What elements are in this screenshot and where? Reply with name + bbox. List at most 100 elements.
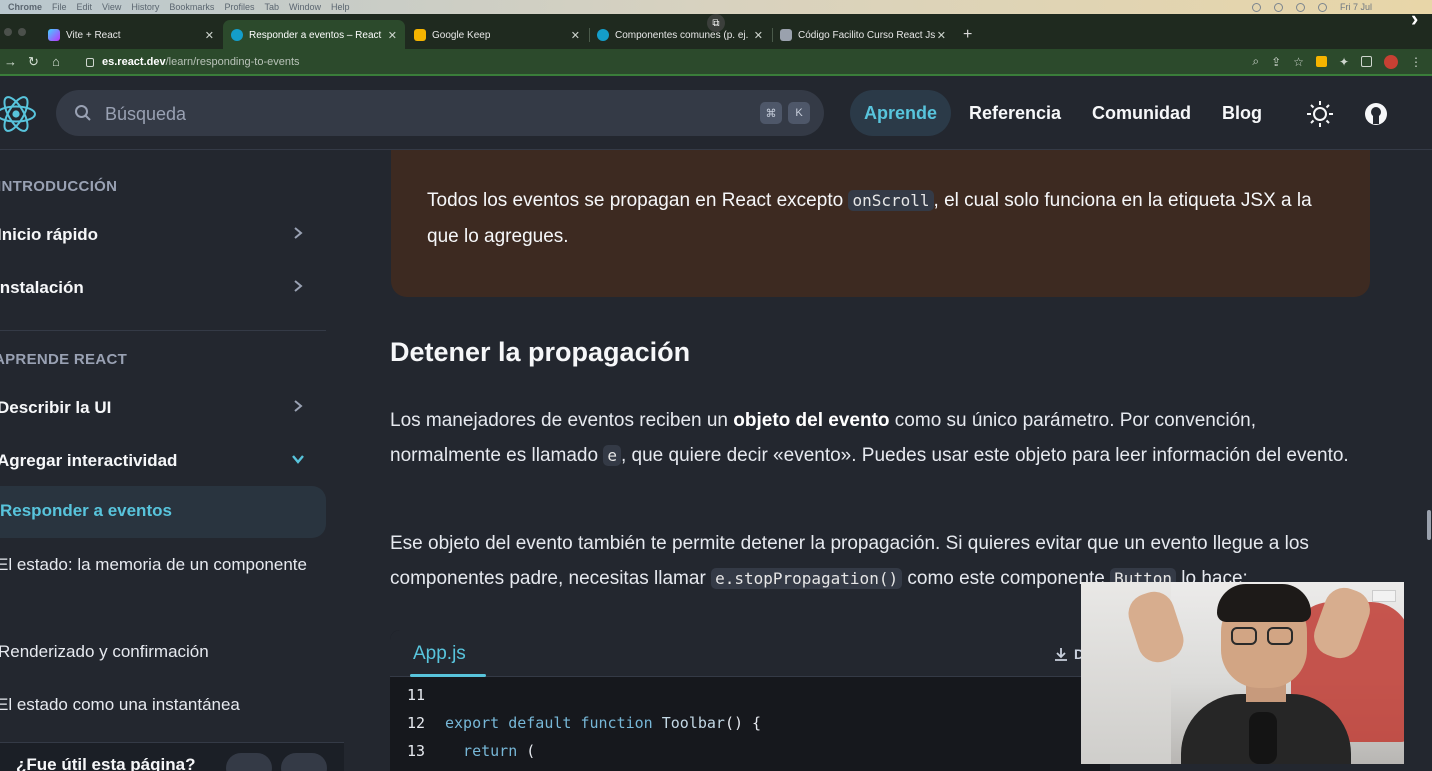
chevron-right-icon <box>294 227 303 239</box>
chevron-down-icon <box>292 455 304 464</box>
inline-code: onScroll <box>848 190 934 211</box>
zoom-icon[interactable]: ⌕ <box>1252 54 1259 69</box>
sidebar-item-estado-memoria[interactable]: El estado: la memoria de un componente <box>0 547 323 582</box>
text: , que quiere decir «evento». Puedes usar… <box>620 445 1349 466</box>
tab-title: Código Facilito Curso React Js <box>798 29 936 41</box>
new-tab-button[interactable]: + <box>963 26 972 44</box>
home-icon[interactable]: ⌂ <box>52 54 60 69</box>
extension-icon[interactable] <box>1315 56 1327 67</box>
sidebar-item-describe-ui[interactable]: Describir la UI <box>0 398 323 418</box>
reload-icon[interactable]: ↻ <box>28 54 39 70</box>
toolbar-icons: ⌕ ⇪ ☆ ✦ ⋮ <box>1252 54 1422 69</box>
chevron-right-icon[interactable]: › <box>1411 6 1418 32</box>
kbd-k: K <box>788 102 810 124</box>
function-name: Toolbar <box>661 714 725 732</box>
sidebar-item-renderizado[interactable]: Renderizado y confirmación <box>0 634 324 669</box>
glasses-left <box>1231 627 1257 645</box>
search-icon[interactable] <box>1317 2 1327 12</box>
sidebar-item-estado-instantanea[interactable]: El estado como una instantánea <box>0 687 323 722</box>
page-scrollbar[interactable] <box>1427 510 1431 540</box>
pitfall-note: Todos los eventos se propagan en React e… <box>391 150 1370 297</box>
tab-vite-react[interactable]: Vite + React ✕ <box>40 20 222 50</box>
code-text: export default function Toolbar() { <box>445 714 761 732</box>
forward-icon[interactable]: → <box>4 54 17 69</box>
tab-componentes-comunes[interactable]: Componentes comunes (p. ej. ✕ <box>589 20 771 50</box>
close-icon[interactable]: ✕ <box>205 29 214 42</box>
sidebar-item-label: Agregar interactividad <box>0 451 178 470</box>
menu-history[interactable]: History <box>131 2 159 12</box>
sidebar-item-installation[interactable]: Instalación <box>0 278 321 298</box>
status-icon[interactable] <box>1251 2 1261 12</box>
sidebar-nav: INTRODUCCIÓN Inicio rápido Instalación A… <box>0 150 344 771</box>
window-control[interactable] <box>4 28 12 36</box>
download-icon[interactable] <box>1053 646 1069 662</box>
github-icon[interactable] <box>1362 100 1390 128</box>
feedback-bar: ¿Fue útil esta página? <box>0 742 344 771</box>
sidebar-item-add-interactivity[interactable]: Agregar interactividad <box>0 451 323 471</box>
wall-tag <box>1372 590 1396 602</box>
file-tab[interactable]: App.js <box>413 643 466 665</box>
line-number: 12 <box>407 714 426 732</box>
keep-icon <box>414 29 426 41</box>
text: Los manejadores de eventos reciben un <box>390 410 734 431</box>
menu-chrome[interactable]: Chrome <box>8 2 42 12</box>
profile-avatar[interactable] <box>1384 54 1398 69</box>
sidebar-item-label: Instalación <box>0 278 84 297</box>
line-number: 11 <box>407 686 426 704</box>
inline-code: e <box>603 445 621 466</box>
search-box[interactable]: Búsqueda ⌘ K <box>56 90 824 136</box>
tab-codigo-facilito[interactable]: Código Facilito Curso React Js ✕ <box>772 20 954 50</box>
wifi-icon[interactable] <box>1295 2 1305 12</box>
menu-edit[interactable]: Edit <box>77 2 93 12</box>
kebab-menu-icon[interactable]: ⋮ <box>1410 55 1422 69</box>
clock[interactable]: Fri 7 Jul <box>1340 2 1372 12</box>
chevron-right-icon <box>294 400 303 412</box>
puzzle-icon[interactable]: ✦ <box>1339 55 1349 69</box>
menu-window[interactable]: Window <box>289 2 321 12</box>
menu-help[interactable]: Help <box>331 2 350 12</box>
window-control[interactable] <box>18 28 26 36</box>
star-icon[interactable]: ☆ <box>1293 55 1304 69</box>
paragraph: Los manejadores de eventos reciben un ob… <box>390 403 1365 473</box>
thumbs-up-button[interactable] <box>226 753 272 771</box>
code-header: App.js D <box>390 630 1110 677</box>
url-path: /learn/responding-to-events <box>165 56 300 68</box>
picture-in-picture-icon[interactable]: ⧉ <box>707 14 725 32</box>
nav-aprende[interactable]: Aprende <box>850 90 952 136</box>
menu-view[interactable]: View <box>102 2 121 12</box>
sidebar-item-quick-start[interactable]: Inicio rápido <box>0 225 323 245</box>
react-logo-icon[interactable] <box>0 92 38 136</box>
tab-title: Componentes comunes (p. ej. <box>615 29 749 41</box>
menu-bookmarks[interactable]: Bookmarks <box>169 2 214 12</box>
url-field[interactable]: es.react.dev /learn/responding-to-events <box>74 52 1214 72</box>
close-icon[interactable]: ✕ <box>937 29 946 42</box>
line-number: 13 <box>407 742 426 760</box>
keyword: export default function <box>445 714 662 732</box>
theme-toggle-icon[interactable] <box>1306 100 1334 128</box>
tab-google-keep[interactable]: Google Keep ✕ <box>406 20 588 50</box>
close-icon[interactable]: ✕ <box>754 29 763 42</box>
tab-responder-eventos[interactable]: Responder a eventos – React ✕ <box>223 20 405 51</box>
code-line: 13 return ( <box>390 738 1110 766</box>
tab-title: Vite + React <box>66 29 121 41</box>
inline-code: e.stopPropagation() <box>711 568 903 589</box>
nav-comunidad[interactable]: Comunidad <box>1078 90 1205 136</box>
code-rest: ( <box>526 742 536 760</box>
menu-file[interactable]: File <box>52 2 67 12</box>
thumbs-down-button[interactable] <box>281 753 327 771</box>
nav-referencia[interactable]: Referencia <box>955 90 1075 136</box>
menu-profiles[interactable]: Profiles <box>224 2 254 12</box>
sidepanel-icon[interactable] <box>1361 56 1372 67</box>
tab-title: Responder a eventos – React <box>249 29 382 41</box>
sidebar-item-label: Responder a eventos <box>0 501 172 520</box>
share-icon[interactable]: ⇪ <box>1271 55 1281 69</box>
close-icon[interactable]: ✕ <box>571 29 580 42</box>
sidebar-item-responder-eventos[interactable]: Responder a eventos <box>0 486 326 538</box>
nav-blog[interactable]: Blog <box>1208 90 1276 136</box>
react-icon <box>597 29 609 41</box>
menu-tab[interactable]: Tab <box>264 2 279 12</box>
file-tab-indicator <box>410 674 486 677</box>
status-icons: Fri 7 Jul <box>1251 0 1372 14</box>
status-icon[interactable] <box>1273 2 1283 12</box>
close-icon[interactable]: ✕ <box>388 29 397 42</box>
